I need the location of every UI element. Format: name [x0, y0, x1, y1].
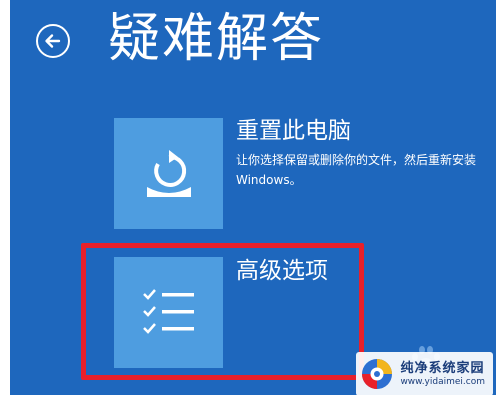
reset-pc-tile[interactable] [114, 118, 223, 229]
reset-pc-icon [146, 149, 191, 197]
page-title: 疑难解答 [108, 9, 325, 69]
reset-pc-title[interactable]: 重置此电脑 [236, 117, 351, 145]
watermark-url: www.yidaimei.com [400, 376, 485, 387]
highlight-box [81, 243, 364, 380]
watermark-name: 纯净系统家园 [400, 360, 485, 376]
watermark-badge: 纯净系统家园 www.yidaimei.com [356, 352, 493, 396]
site-logo-icon [362, 359, 393, 389]
back-arrow-icon [45, 34, 61, 48]
reset-pc-description: 让你选择保留或删除你的文件，然后重新安装 Windows。 [236, 153, 477, 187]
back-button[interactable] [36, 24, 70, 58]
